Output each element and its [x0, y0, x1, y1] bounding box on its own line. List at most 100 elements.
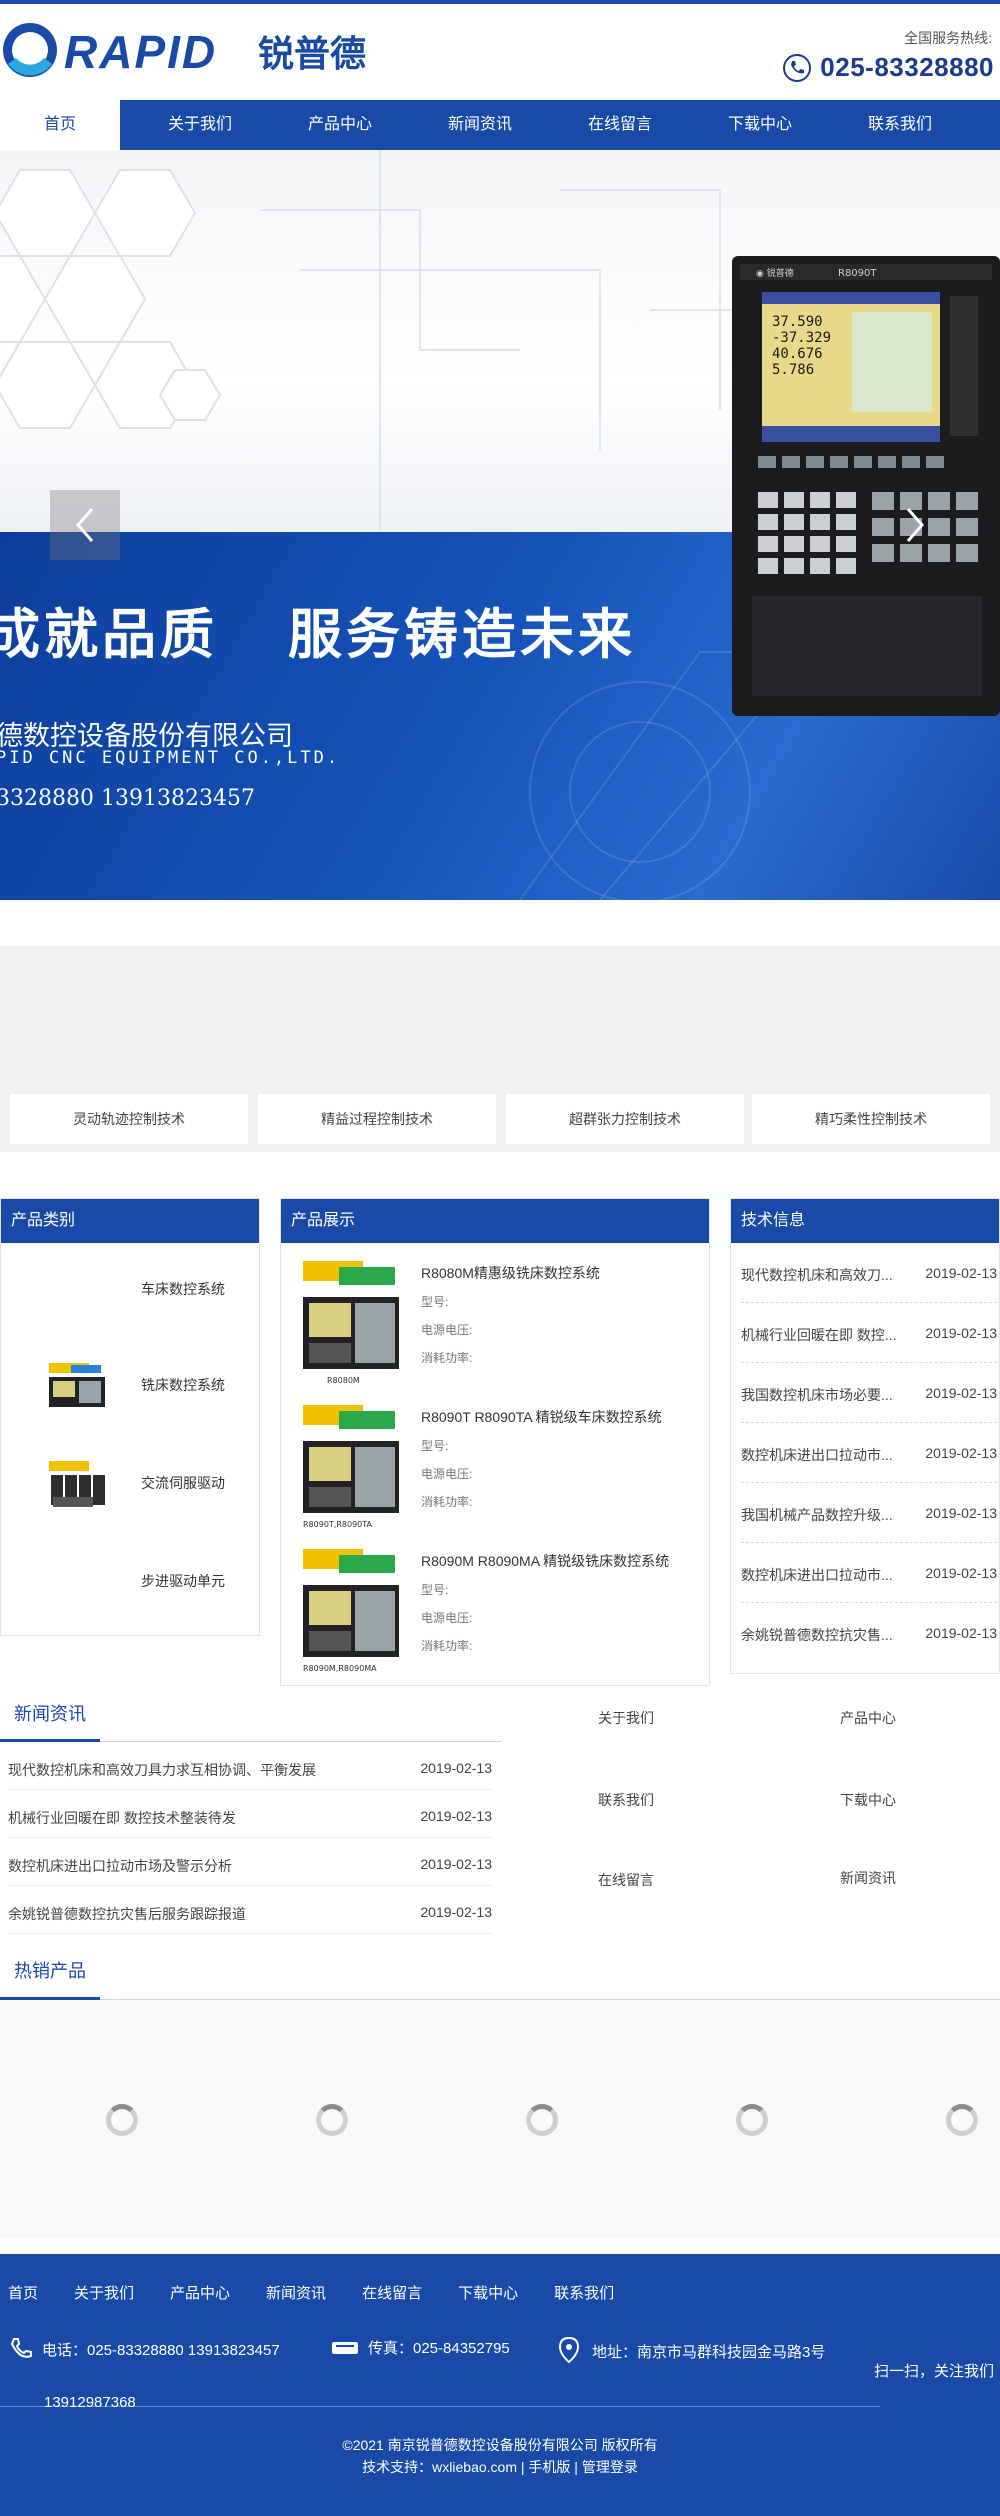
category-item[interactable]: 交流伺服驱动: [1, 1449, 259, 1519]
servo-drive-thumbnail: [49, 1461, 105, 1507]
product-title[interactable]: R8090M R8090MA 精锐级铣床数控系统: [421, 1551, 669, 1571]
category-label: 车床数控系统: [141, 1281, 225, 1297]
footer-phone-text: 电话：025-83328880 13913823457: [42, 2341, 280, 2359]
banner-slogan: 成就品质 服务铸造未来: [0, 590, 636, 669]
tech-info-row-date: 2019-02-13: [925, 1265, 997, 1281]
tech-info-row-title[interactable]: 现代数控机床和高效刀...: [741, 1265, 901, 1285]
tech-strip: 灵动轨迹控制技术 精益过程控制技术 超群张力控制技术 精巧柔性控制技术: [0, 946, 1000, 1152]
product-item[interactable]: R8080M R8080M精惠级铣床数控系统 型号: 电源电压: 消耗功率:: [291, 1255, 711, 1395]
loading-spinner-icon: [316, 2104, 348, 2136]
news-row[interactable]: 余姚锐普德数控抗灾售后服务跟踪报道 2019-02-13: [8, 1886, 492, 1934]
tech-info-row[interactable]: 数控机床进出口拉动市... 2019-02-13: [741, 1543, 997, 1603]
quick-link-products[interactable]: 产品中心: [840, 1708, 896, 1728]
hot-products-header: 热销产品: [0, 1950, 1000, 2000]
tech-info-row-title[interactable]: 数控机床进出口拉动市...: [741, 1445, 901, 1465]
quick-link-contact[interactable]: 联系我们: [598, 1790, 654, 1810]
tech-info-row-title[interactable]: 我国数控机床市场必要...: [741, 1385, 901, 1405]
footer-nav-message[interactable]: 在线留言: [362, 2282, 422, 2303]
hot-products-title[interactable]: 热销产品: [0, 1950, 100, 2000]
footer-nav-news[interactable]: 新闻资讯: [266, 2282, 326, 2303]
product-item[interactable]: R8090M,R8090MA R8090M R8090MA 精锐级铣床数控系统 …: [291, 1543, 711, 1683]
tech-button-2[interactable]: 精益过程控制技术: [258, 1094, 496, 1144]
news-row-title[interactable]: 数控机床进出口拉动市场及警示分析: [8, 1856, 232, 1876]
product-title[interactable]: R8080M精惠级铣床数控系统: [421, 1263, 600, 1283]
tech-info-row[interactable]: 余姚锐普德数控抗灾售... 2019-02-13: [741, 1603, 997, 1663]
footer-divider: [0, 2406, 880, 2407]
tech-info-row-title[interactable]: 机械行业回暖在即 数控...: [741, 1325, 901, 1345]
news-row-title[interactable]: 现代数控机床和高效刀具力求互相协调、平衡发展: [8, 1760, 316, 1780]
footer-nav-about[interactable]: 关于我们: [74, 2282, 134, 2303]
tech-info-row[interactable]: 机械行业回暖在即 数控... 2019-02-13: [741, 1303, 997, 1363]
product-spec-power: 消耗功率:: [421, 1495, 473, 1509]
tech-info-row-date: 2019-02-13: [925, 1625, 997, 1641]
footer-fax-text: 传真：025-84352795: [368, 2339, 510, 2357]
news-header: 新闻资讯: [0, 1694, 502, 1742]
product-image: R8080M: [303, 1261, 399, 1385]
tech-button-1[interactable]: 灵动轨迹控制技术: [10, 1094, 248, 1144]
tech-info-row-date: 2019-02-13: [925, 1565, 997, 1581]
mill-system-thumbnail: [49, 1363, 105, 1407]
tech-info-row-title[interactable]: 余姚锐普德数控抗灾售...: [741, 1625, 901, 1645]
quick-link-download[interactable]: 下载中心: [840, 1790, 896, 1810]
phone-icon: [10, 2338, 32, 2358]
hotline-label: 全国服务热线:: [904, 30, 992, 46]
footer-copyright: ©2021 南京锐普德数控设备股份有限公司 版权所有 技术支持：wxliebao…: [0, 2434, 1000, 2478]
news-row-date: 2019-02-13: [420, 1856, 492, 1872]
quick-link-about[interactable]: 关于我们: [598, 1708, 654, 1728]
loading-spinner-icon: [946, 2104, 978, 2136]
category-item[interactable]: 铣床数控系统: [1, 1351, 259, 1421]
product-title[interactable]: R8090T R8090TA 精锐级车床数控系统: [421, 1407, 662, 1427]
quick-link-news[interactable]: 新闻资讯: [840, 1868, 896, 1888]
copyright-text: ©2021 南京锐普德数控设备股份有限公司 版权所有: [342, 2437, 658, 2453]
tech-info-row-date: 2019-02-13: [925, 1385, 997, 1401]
footer-phone: 电话：025-83328880 13913823457: [8, 2336, 280, 2362]
product-item[interactable]: R8090T,R8090TA R8090T R8090TA 精锐级车床数控系统 …: [291, 1399, 711, 1539]
tech-info-row-title[interactable]: 我国机械产品数控升级...: [741, 1505, 901, 1525]
tech-info-row[interactable]: 数控机床进出口拉动市... 2019-02-13: [741, 1423, 997, 1483]
tech-info-row[interactable]: 现代数控机床和高效刀... 2019-02-13: [741, 1243, 997, 1303]
footer-address-text: 地址：南京市马群科技园金马路3号: [592, 2343, 826, 2361]
news-row[interactable]: 机械行业回暖在即 数控技术整装待发 2019-02-13: [8, 1790, 492, 1838]
device-model-label: R8090T: [838, 268, 877, 279]
category-label: 铣床数控系统: [141, 1377, 225, 1393]
footer-nav-download[interactable]: 下载中心: [458, 2282, 518, 2303]
category-panel-title: 产品类别: [1, 1199, 259, 1243]
site-header: RAPID 锐普德 全国服务热线: 025-83328880: [0, 4, 1000, 100]
nav-home[interactable]: 首页: [0, 100, 120, 150]
product-spec-model: 型号:: [421, 1439, 449, 1453]
news-title[interactable]: 新闻资讯: [0, 1694, 100, 1742]
nav-news[interactable]: 新闻资讯: [420, 100, 540, 150]
nav-products[interactable]: 产品中心: [280, 100, 400, 150]
slogan-right: 服务铸造未来: [288, 602, 636, 666]
banner-prev-button[interactable]: [50, 490, 120, 560]
tech-button-4[interactable]: 精巧柔性控制技术: [752, 1094, 990, 1144]
product-spec-model: 型号:: [421, 1583, 449, 1597]
news-row-title[interactable]: 余姚锐普德数控抗灾售后服务跟踪报道: [8, 1904, 246, 1924]
tech-button-3[interactable]: 超群张力控制技术: [506, 1094, 744, 1144]
footer-nav-products[interactable]: 产品中心: [170, 2282, 230, 2303]
news-section: 新闻资讯 现代数控机床和高效刀具力求互相协调、平衡发展 2019-02-13 机…: [0, 1694, 502, 1934]
screen-value-4: 5.786: [772, 362, 814, 378]
tech-info-row[interactable]: 我国数控机床市场必要... 2019-02-13: [741, 1363, 997, 1423]
footer-nav-home[interactable]: 首页: [8, 2282, 38, 2303]
nav-contact[interactable]: 联系我们: [840, 100, 960, 150]
news-row[interactable]: 数控机床进出口拉动市场及警示分析 2019-02-13: [8, 1838, 492, 1886]
product-caption: R8080M: [327, 1376, 360, 1385]
banner-next-button[interactable]: [880, 490, 950, 560]
category-item[interactable]: 车床数控系统: [1, 1255, 259, 1325]
nav-download[interactable]: 下载中心: [700, 100, 820, 150]
tech-info-row-title[interactable]: 数控机床进出口拉动市...: [741, 1565, 901, 1585]
nav-about[interactable]: 关于我们: [140, 100, 260, 150]
quick-link-message[interactable]: 在线留言: [598, 1870, 654, 1890]
nav-message[interactable]: 在线留言: [560, 100, 680, 150]
news-row[interactable]: 现代数控机床和高效刀具力求互相协调、平衡发展 2019-02-13: [8, 1742, 492, 1790]
banner-phones: 3328880 13913823457: [0, 786, 255, 811]
product-spec-voltage: 电源电压:: [421, 1323, 473, 1337]
site-logo[interactable]: RAPID 锐普德: [0, 18, 390, 82]
category-item[interactable]: 步进驱动单元: [1, 1547, 259, 1617]
tech-info-row[interactable]: 我国机械产品数控升级... 2019-02-13: [741, 1483, 997, 1543]
footer-nav-contact[interactable]: 联系我们: [554, 2282, 614, 2303]
news-row-title[interactable]: 机械行业回暖在即 数控技术整装待发: [8, 1808, 236, 1828]
support-text[interactable]: 技术支持：wxliebao.com | 手机版 | 管理登录: [0, 2456, 1000, 2478]
product-spec-power: 消耗功率:: [421, 1639, 473, 1653]
